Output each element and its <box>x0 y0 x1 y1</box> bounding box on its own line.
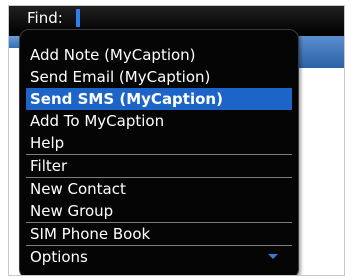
menu-item-label: New Group <box>30 202 114 220</box>
menu-item-send-email[interactable]: Send Email (MyCaption) <box>26 66 292 88</box>
menu-item-help[interactable]: Help <box>26 132 292 154</box>
menu-item-add-to-mycaption[interactable]: Add To MyCaption <box>26 110 292 132</box>
menu-item-new-group[interactable]: New Group <box>26 200 292 222</box>
chevron-down-icon[interactable] <box>268 254 278 259</box>
menu-item-label: Filter <box>30 157 68 175</box>
find-input-cursor[interactable] <box>76 9 80 27</box>
menu-item-label: Help <box>30 134 65 152</box>
menu-item-sim-phone-book[interactable]: SIM Phone Book <box>26 222 292 245</box>
menu-item-options[interactable]: Options <box>26 245 292 268</box>
menu-item-add-note[interactable]: Add Note (MyCaption) <box>26 44 292 66</box>
find-label: Find: <box>27 9 63 27</box>
context-menu: Add Note (MyCaption) Send Email (MyCapti… <box>19 29 299 275</box>
menu-list: Add Note (MyCaption) Send Email (MyCapti… <box>20 44 298 268</box>
menu-item-label: Options <box>30 248 88 266</box>
menu-item-label: Add To MyCaption <box>30 112 165 130</box>
menu-item-filter[interactable]: Filter <box>26 154 292 177</box>
menu-item-label: Send SMS (MyCaption) <box>30 90 223 108</box>
screen: Find: Add Note (MyCaption) Send Email (M… <box>8 5 345 276</box>
header-strip-right <box>299 36 344 68</box>
menu-item-send-sms[interactable]: Send SMS (MyCaption) <box>26 88 292 110</box>
menu-item-label: Send Email (MyCaption) <box>30 68 211 86</box>
menu-item-label: New Contact <box>30 180 126 198</box>
menu-item-new-contact[interactable]: New Contact <box>26 177 292 200</box>
menu-item-label: Add Note (MyCaption) <box>30 46 196 64</box>
menu-item-label: SIM Phone Book <box>30 225 151 243</box>
